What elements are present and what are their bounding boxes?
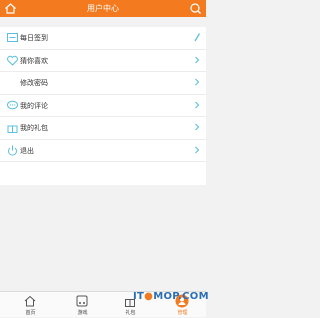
menu-item-label: 猜你喜欢: [20, 56, 48, 65]
menu-item-checkin[interactable]: 每日签到: [0, 27, 206, 50]
page-title: 用户中心: [87, 4, 119, 13]
tab-games[interactable]: 游戏: [60, 292, 105, 318]
menu-item-label: 退出: [20, 146, 34, 155]
tab-label: 礼包: [125, 310, 136, 316]
menu-list: 每日签到 猜你喜欢 修改密码 我的评论 我的礼包 退出: [0, 27, 206, 185]
edit-icon: [194, 33, 201, 42]
chevron-right-icon: [195, 78, 200, 86]
watermark-dot: ●: [144, 291, 154, 302]
menu-item-label: 我的评论: [20, 101, 48, 110]
chevron-right-icon: [195, 123, 200, 131]
top-bar: 用户中心: [0, 0, 206, 17]
menu-item-change-password[interactable]: 修改密码: [0, 72, 206, 95]
chevron-right-icon: [195, 146, 200, 153]
menu-item-my-gifts[interactable]: 我的礼包: [0, 117, 206, 140]
checkin-icon: [7, 33, 18, 42]
tab-home[interactable]: 首页: [8, 292, 53, 318]
tab-label: 首页: [25, 310, 36, 316]
gift-icon: [7, 125, 18, 133]
heart-icon: [7, 55, 18, 66]
chevron-right-icon: [195, 101, 200, 108]
tab-label: 游戏: [77, 310, 88, 316]
refresh-icon[interactable]: [189, 2, 202, 15]
comment-icon: [7, 100, 18, 109]
power-icon: [8, 145, 17, 156]
gamepad-icon: [76, 295, 88, 307]
watermark: IT●MOP.COM: [133, 291, 209, 302]
tab-label: 管理: [177, 310, 188, 316]
menu-item-guess-like[interactable]: 猜你喜欢: [0, 50, 206, 72]
menu-item-label: 每日签到: [20, 34, 48, 42]
watermark-part-2: MOP.COM: [153, 291, 209, 302]
menu-item-my-comments[interactable]: 我的评论: [0, 95, 206, 117]
home-icon: [24, 295, 36, 307]
chevron-right-icon: [195, 56, 200, 63]
watermark-part-1: IT: [133, 291, 145, 302]
menu-item-label: 我的礼包: [20, 124, 48, 132]
menu-item-label: 修改密码: [20, 79, 48, 87]
menu-item-logout[interactable]: 退出: [0, 140, 206, 162]
